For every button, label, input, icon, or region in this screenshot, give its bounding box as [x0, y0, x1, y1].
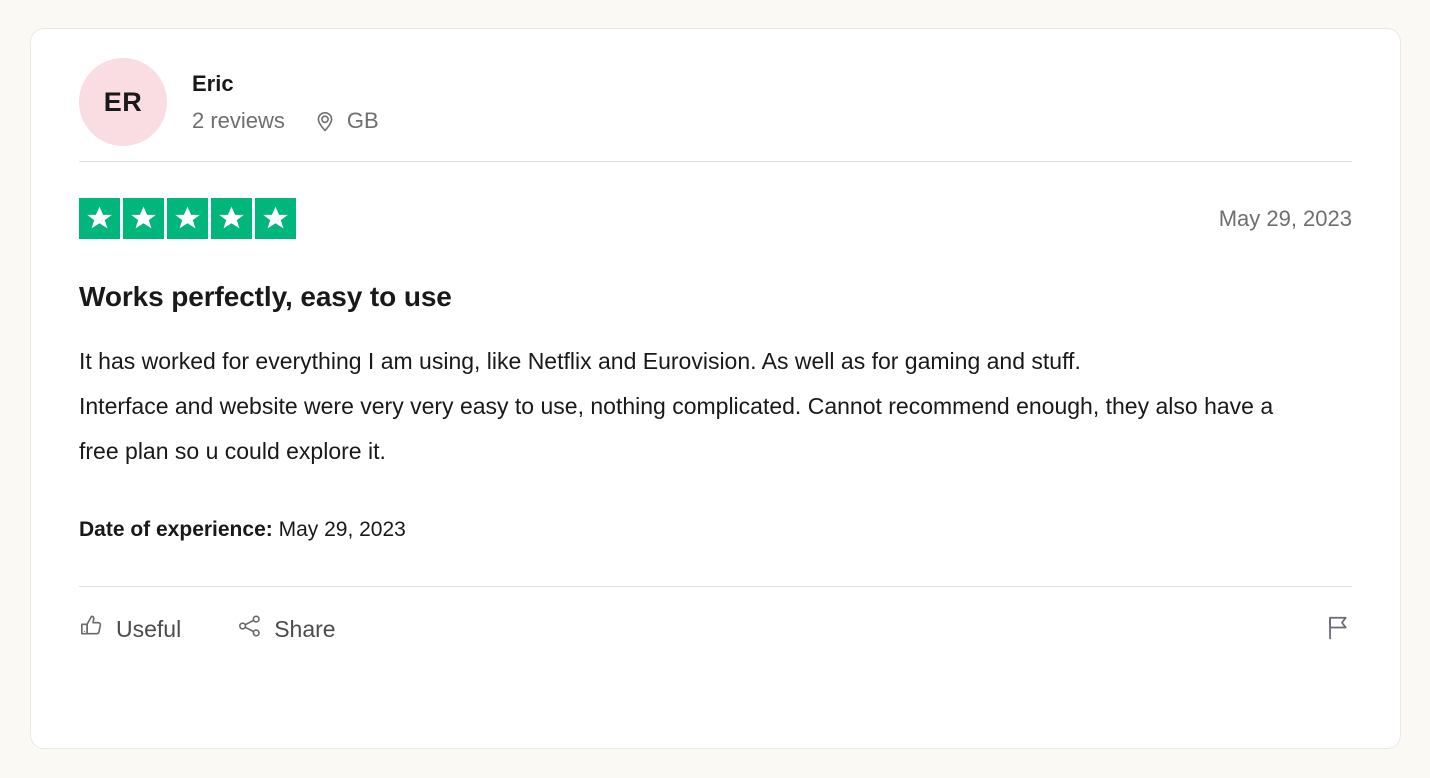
card-footer: Useful Share	[79, 587, 1352, 671]
consumer-header: ER Eric 2 reviews GB	[79, 29, 1352, 161]
share-button[interactable]: Share	[237, 613, 336, 645]
share-icon	[237, 613, 263, 645]
star-icon	[255, 198, 296, 239]
useful-button-label: Useful	[116, 615, 182, 642]
consumer-meta: 2 reviews GB	[192, 108, 379, 134]
star-icon	[123, 198, 164, 239]
flag-icon	[1324, 614, 1352, 645]
map-pin-icon	[313, 109, 337, 133]
share-button-label: Share	[274, 615, 336, 642]
consumer-name[interactable]: Eric	[192, 70, 379, 98]
review-body-text: It has worked for everything I am using,…	[79, 348, 1274, 464]
star-icon	[167, 198, 208, 239]
date-of-experience: Date of experience: May 29, 2023	[79, 518, 1352, 542]
report-button[interactable]	[1324, 614, 1352, 645]
consumer-info: Eric 2 reviews GB	[192, 70, 379, 134]
consumer-reviews-count: 2 reviews	[192, 107, 285, 133]
avatar[interactable]: ER	[79, 58, 167, 146]
date-of-experience-value: May 29, 2023	[278, 518, 406, 541]
review-title[interactable]: Works perfectly, easy to use	[79, 281, 1352, 313]
thumbs-up-icon	[79, 613, 105, 645]
avatar-initials: ER	[103, 86, 143, 117]
rating-row: May 29, 2023	[79, 162, 1352, 239]
consumer-country-code: GB	[346, 107, 379, 133]
star-icon	[211, 198, 252, 239]
star-rating	[79, 198, 296, 239]
footer-actions: Useful Share	[79, 613, 336, 645]
consumer-country: GB	[313, 108, 379, 134]
review-card: ER Eric 2 reviews GB May 29, 2023 Works …	[30, 28, 1401, 749]
star-icon	[79, 198, 120, 239]
useful-button[interactable]: Useful	[79, 613, 181, 645]
review-published-date: May 29, 2023	[1218, 205, 1352, 231]
date-of-experience-label: Date of experience:	[79, 518, 273, 541]
